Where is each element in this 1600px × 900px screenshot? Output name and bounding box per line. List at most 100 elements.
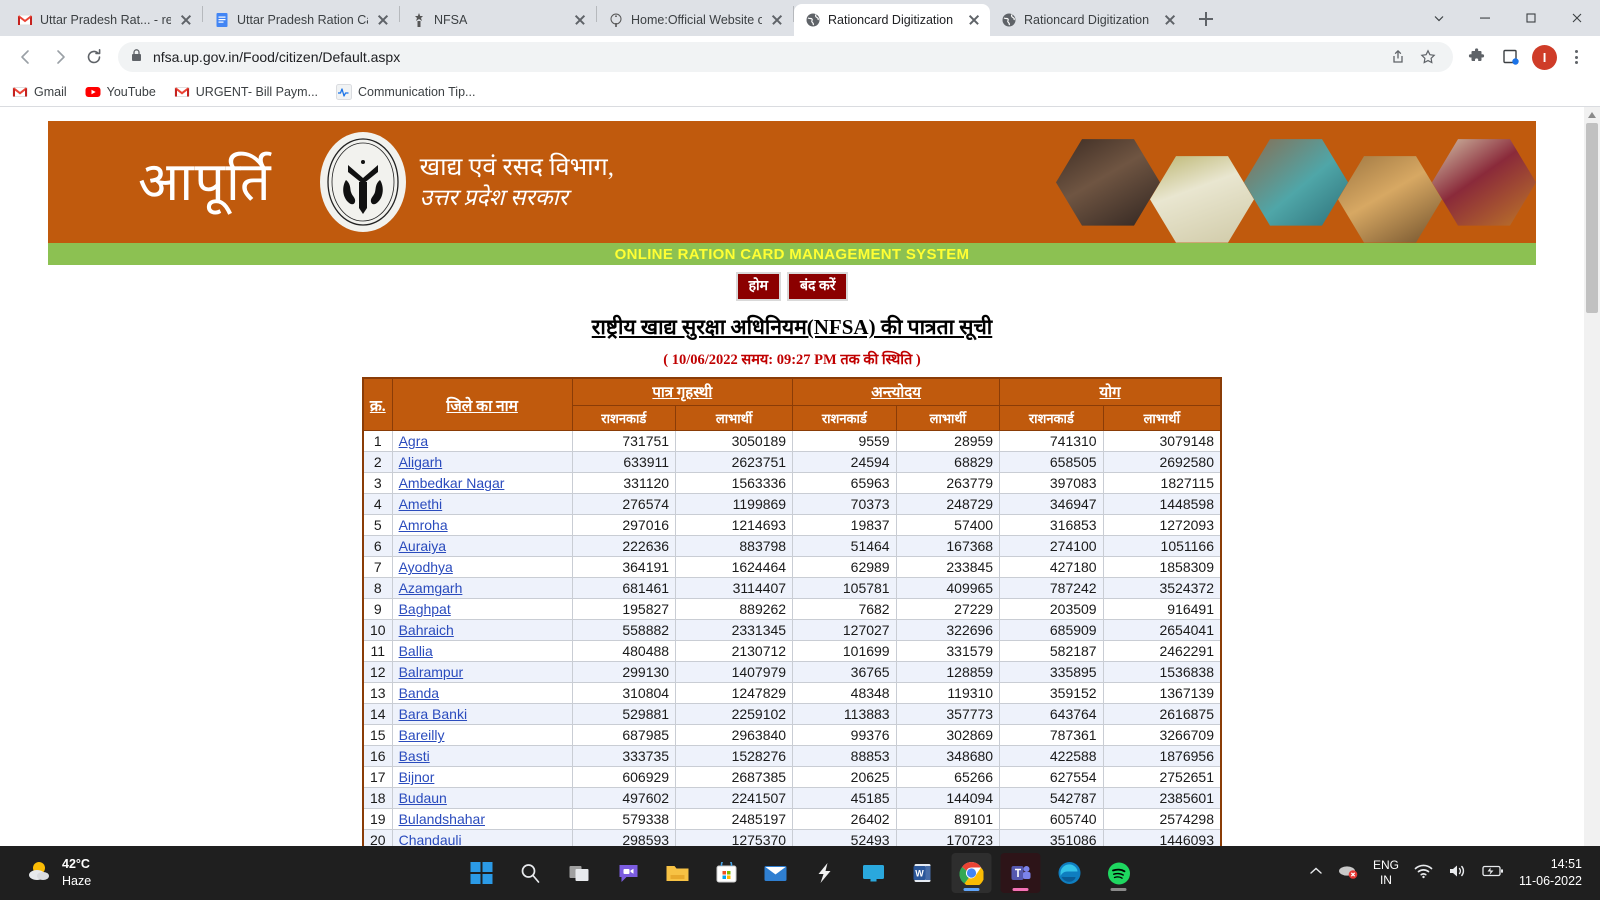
cell-serial: 5	[362, 514, 393, 537]
star-icon[interactable]	[1415, 41, 1441, 73]
district-link[interactable]: Agra	[399, 433, 429, 449]
district-link[interactable]: Chandauli	[399, 832, 462, 846]
page-scrollbar[interactable]	[1584, 107, 1600, 846]
district-link[interactable]: Aligarh	[399, 454, 443, 470]
bookmark-youtube[interactable]: YouTube	[85, 84, 156, 100]
district-link[interactable]: Bahraich	[399, 622, 454, 638]
district-link[interactable]: Banda	[399, 685, 439, 701]
address-bar[interactable]: nfsa.up.gov.in/Food/citizen/Default.aspx	[118, 41, 1453, 73]
browser-tab-1[interactable]: Uttar Pradesh Rat... - repetiti	[6, 4, 202, 36]
language-indicator[interactable]: ENG IN	[1373, 858, 1399, 888]
tab-close-icon[interactable]	[1162, 12, 1178, 28]
cell-phh-benef: 2963840	[675, 724, 794, 747]
onedrive-error-icon[interactable]	[1338, 863, 1358, 884]
cell-tot-benef: 2692580	[1102, 451, 1222, 474]
bookmark-urgent-bill-payment[interactable]: URGENT- Bill Paym...	[174, 84, 318, 100]
scroll-up-arrow-icon[interactable]	[1584, 107, 1600, 123]
district-link[interactable]: Baghpat	[399, 601, 451, 617]
browser-tab-4[interactable]: Home:Official Website of U	[597, 4, 793, 36]
word-icon[interactable]: W	[903, 853, 943, 893]
cell-district: Bareilly	[391, 724, 573, 747]
district-link[interactable]: Amethi	[399, 496, 443, 512]
lightning-icon[interactable]	[805, 853, 845, 893]
district-link[interactable]: Ayodhya	[399, 559, 453, 575]
reload-button[interactable]	[78, 41, 110, 73]
minimize-icon[interactable]	[1462, 2, 1508, 34]
browser-tab-3[interactable]: NFSA	[400, 4, 596, 36]
taskbar-clock[interactable]: 14:51 11-06-2022	[1519, 856, 1582, 890]
monitor-icon[interactable]	[854, 853, 894, 893]
district-link[interactable]: Basti	[399, 748, 430, 764]
folder-icon[interactable]	[658, 853, 698, 893]
district-link[interactable]: Amroha	[399, 517, 448, 533]
home-button[interactable]: होम	[735, 272, 782, 302]
browser-tab-6[interactable]: Rationcard Digitization	[990, 4, 1186, 36]
cell-phh-cards: 331120	[571, 472, 677, 495]
wifi-icon[interactable]	[1414, 863, 1433, 884]
district-link[interactable]: Bareilly	[399, 727, 445, 743]
volume-icon[interactable]	[1448, 863, 1467, 884]
teams-icon[interactable]	[1000, 853, 1041, 893]
chat-icon[interactable]	[609, 853, 649, 893]
bookmark-communication-tips[interactable]: Communication Tip...	[336, 84, 475, 101]
new-tab-button[interactable]	[1192, 5, 1220, 33]
browser-tab-2[interactable]: Uttar Pradesh Ration Card L	[203, 4, 399, 36]
search-icon[interactable]	[511, 853, 551, 893]
cell-aay-benef: 233845	[895, 556, 1001, 579]
cell-phh-cards: 195827	[571, 598, 677, 621]
puzzle-icon[interactable]	[1461, 41, 1493, 73]
tab-close-icon[interactable]	[966, 12, 982, 28]
browser-tab-5-active[interactable]: Rationcard Digitization	[794, 4, 990, 36]
profile-sync-icon[interactable]	[1495, 41, 1527, 73]
district-link[interactable]: Bara Banki	[399, 706, 467, 722]
kebab-menu-icon[interactable]	[1562, 43, 1590, 71]
close-icon[interactable]	[1554, 2, 1600, 34]
district-link[interactable]: Budaun	[399, 790, 447, 806]
spotify-icon[interactable]	[1099, 853, 1139, 893]
analytics-icon	[336, 84, 353, 101]
battery-charging-icon[interactable]	[1482, 864, 1504, 883]
scrollbar-thumb[interactable]	[1586, 123, 1598, 314]
cell-aay-cards: 127027	[792, 619, 897, 642]
district-link[interactable]: Balrampur	[399, 664, 464, 680]
table-row: 14 Bara Banki 529881 2259102 113883 357773 643…	[362, 703, 1222, 726]
task-view-icon[interactable]	[560, 853, 600, 893]
store-icon[interactable]	[707, 853, 747, 893]
district-link[interactable]: Ballia	[399, 643, 433, 659]
district-link[interactable]: Bulandshahar	[399, 811, 485, 827]
edge-icon[interactable]	[1050, 853, 1090, 893]
share-icon[interactable]	[1385, 41, 1411, 73]
district-link[interactable]: Bijnor	[399, 769, 435, 785]
forward-button[interactable]	[44, 41, 76, 73]
page-title: राष्ट्रीय खाद्य सुरक्षा अधिनियम(NFSA) की…	[591, 315, 993, 340]
cell-phh-benef: 3114407	[675, 577, 794, 600]
taskbar-weather-widget[interactable]: 42°C Haze	[26, 856, 91, 890]
tab-close-icon[interactable]	[375, 12, 391, 28]
mail-icon[interactable]	[756, 853, 796, 893]
chevron-down-icon[interactable]	[1416, 2, 1462, 34]
tab-close-icon[interactable]	[178, 12, 194, 28]
cell-district: Aligarh	[391, 451, 573, 474]
maximize-icon[interactable]	[1508, 2, 1554, 34]
windows-logo-icon[interactable]	[462, 853, 502, 893]
cell-aay-cards: 9559	[792, 430, 897, 453]
emblem-icon	[608, 12, 624, 28]
back-button[interactable]	[10, 41, 42, 73]
tab-close-icon[interactable]	[572, 12, 588, 28]
close-button[interactable]: बंद करें	[787, 272, 849, 302]
district-link[interactable]: Ambedkar Nagar	[399, 475, 505, 491]
cell-serial: 8	[362, 577, 393, 600]
site-banner: आपूर्ति खाद्य एवं रसद विभाग, उत्तर प्रदे	[48, 121, 1536, 244]
cell-serial: 7	[362, 556, 393, 579]
cell-phh-cards: 222636	[571, 535, 677, 558]
tab-close-icon[interactable]	[769, 12, 785, 28]
district-link[interactable]: Azamgarh	[399, 580, 463, 596]
chrome-icon[interactable]	[951, 853, 992, 893]
up-government-emblem	[319, 132, 406, 233]
chevron-up-icon[interactable]	[1309, 864, 1323, 883]
page-viewport: आपूर्ति खाद्य एवं रसद विभाग, उत्तर प्रदे	[0, 107, 1600, 846]
avatar[interactable]: I	[1532, 44, 1557, 70]
district-link[interactable]: Auraiya	[399, 538, 446, 554]
bookmark-gmail[interactable]: Gmail	[12, 84, 67, 100]
cell-tot-benef: 1827115	[1102, 472, 1222, 495]
